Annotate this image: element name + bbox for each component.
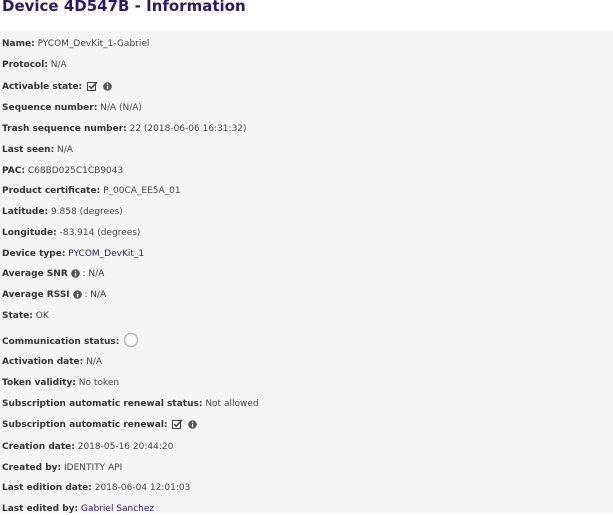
field-label: Token validity: bbox=[2, 378, 76, 388]
field-value: C68BD025C1CB9043 bbox=[27, 166, 124, 176]
info-icon[interactable] bbox=[72, 290, 82, 303]
field-label: Subscription automatic renewal status: bbox=[2, 399, 203, 409]
field-label: Average SNR bbox=[2, 269, 68, 279]
field-token-validity: Token validity: No token bbox=[2, 377, 119, 389]
field-label: Longitude: bbox=[2, 228, 57, 238]
field-value: N/A bbox=[50, 60, 67, 70]
field-trash-sequence-number: Trash sequence number: 22 (2018-06-06 16… bbox=[2, 123, 247, 135]
field-value: P_00CA_EE5A_01 bbox=[103, 186, 181, 196]
field-value: N/A bbox=[57, 145, 73, 155]
info-icon[interactable] bbox=[70, 269, 80, 282]
field-value: 22 (2018-06-06 16:31:32) bbox=[129, 124, 247, 134]
field-average-snr: Average SNR : N/A bbox=[2, 268, 104, 282]
status-circle-icon bbox=[123, 332, 139, 352]
field-label: Last seen: bbox=[2, 145, 55, 155]
info-icon[interactable] bbox=[188, 420, 198, 433]
field-average-rssi: Average RSSI : N/A bbox=[2, 289, 106, 303]
field-name: Name: PYCOM_DevKit_1-Gabriel bbox=[2, 38, 149, 50]
field-label: Activation date: bbox=[2, 357, 84, 367]
field-device-type: Device type: PYCOM_DevKit_1 bbox=[2, 248, 144, 260]
field-value: N/A bbox=[86, 357, 103, 367]
field-label: Name: bbox=[2, 39, 35, 49]
device-type-link[interactable]: PYCOM_DevKit_1 bbox=[68, 249, 144, 259]
field-value: OK bbox=[35, 311, 49, 321]
field-value: : N/A bbox=[84, 290, 107, 300]
page-title: Device 4D547B - Information bbox=[2, 0, 246, 15]
field-label: State: bbox=[2, 311, 33, 321]
field-subscription-renewal-status: Subscription automatic renewal status: N… bbox=[2, 398, 259, 410]
field-state: State: OK bbox=[2, 310, 49, 322]
field-sequence-number: Sequence number: N/A (N/A) bbox=[2, 102, 142, 114]
field-value: N/A (N/A) bbox=[100, 103, 142, 113]
field-longitude: Longitude: -83.914 (degrees) bbox=[2, 227, 140, 239]
field-value: No token bbox=[78, 378, 120, 388]
field-value: PYCOM_DevKit_1-Gabriel bbox=[37, 39, 150, 49]
field-activable-state: Activable state: bbox=[2, 81, 112, 95]
field-label: Device type: bbox=[2, 249, 66, 259]
field-label: Subscription automatic renewal: bbox=[2, 420, 168, 430]
field-label: Average RSSI bbox=[2, 290, 70, 300]
field-created-by: Created by: IDENTITY API bbox=[2, 462, 122, 474]
field-value: -83.914 (degrees) bbox=[59, 228, 141, 238]
field-last-edited-by: Last edited by: Gabriel Sanchez bbox=[2, 503, 154, 515]
field-value: Not allowed bbox=[205, 399, 259, 409]
field-label: Sequence number: bbox=[2, 103, 98, 113]
field-value: IDENTITY API bbox=[64, 463, 123, 473]
field-communication-status: Communication status: bbox=[2, 332, 139, 352]
checkbox-checked-icon bbox=[172, 419, 183, 433]
field-label: Creation date: bbox=[2, 442, 75, 452]
checkbox-checked-icon bbox=[87, 81, 98, 95]
field-label: PAC: bbox=[2, 166, 25, 176]
field-value: 2018-05-16 20:44:20 bbox=[77, 442, 174, 452]
field-value: 9.858 (degrees) bbox=[50, 207, 123, 217]
field-protocol: Protocol: N/A bbox=[2, 59, 67, 71]
field-label: Product certificate: bbox=[2, 186, 101, 196]
field-creation-date: Creation date: 2018-05-16 20:44:20 bbox=[2, 441, 173, 453]
field-label: Communication status: bbox=[2, 337, 120, 347]
field-last-seen: Last seen: N/A bbox=[2, 144, 73, 156]
field-product-certificate: Product certificate: P_00CA_EE5A_01 bbox=[2, 185, 181, 197]
field-label: Trash sequence number: bbox=[2, 124, 127, 134]
field-value: 2018-06-04 12:01:03 bbox=[94, 483, 191, 493]
field-label: Created by: bbox=[2, 463, 62, 473]
info-icon[interactable] bbox=[103, 82, 112, 95]
field-latitude: Latitude: 9.858 (degrees) bbox=[2, 206, 123, 218]
field-activation-date: Activation date: N/A bbox=[2, 356, 102, 368]
field-pac: PAC: C68BD025C1CB9043 bbox=[2, 165, 123, 177]
field-subscription-renewal: Subscription automatic renewal: bbox=[2, 419, 198, 433]
field-label: Last edition date: bbox=[2, 483, 92, 493]
field-label: Latitude: bbox=[2, 207, 49, 217]
field-label: Protocol: bbox=[2, 60, 48, 70]
field-value: : N/A bbox=[82, 269, 105, 279]
field-label: Activable state: bbox=[2, 82, 83, 92]
field-last-edition-date: Last edition date: 2018-06-04 12:01:03 bbox=[2, 482, 190, 494]
